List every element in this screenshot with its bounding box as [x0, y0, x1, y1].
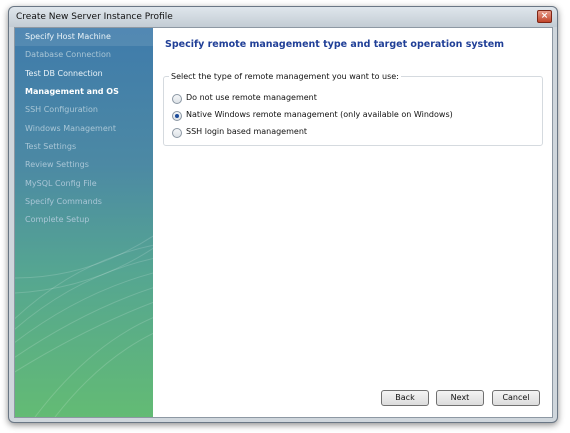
- sidebar-step-mysql-config-file: MySQL Config File: [25, 179, 97, 188]
- sidebar-step-complete-setup: Complete Setup: [25, 215, 90, 224]
- radio-button-selected[interactable]: [172, 111, 182, 121]
- cancel-button[interactable]: Cancel: [492, 390, 540, 406]
- sidebar-step-specify-host-machine: Specify Host Machine: [15, 28, 153, 46]
- sidebar-step-ssh-configuration: SSH Configuration: [25, 105, 98, 114]
- next-button[interactable]: Next: [436, 390, 484, 406]
- management-type-group: Select the type of remote management you…: [163, 72, 543, 146]
- option-label[interactable]: SSH login based management: [186, 127, 307, 136]
- sidebar-step-specify-commands: Specify Commands: [25, 197, 102, 206]
- main-panel: Specify remote management type and targe…: [153, 28, 552, 417]
- sidebar-step-test-settings: Test Settings: [25, 142, 77, 151]
- wizard-body: Specify Host Machine Database Connection…: [14, 27, 553, 418]
- radio-button[interactable]: [172, 94, 182, 104]
- sidebar-step-database-connection: Database Connection: [25, 50, 111, 59]
- option-label[interactable]: Do not use remote management: [186, 93, 317, 102]
- wizard-window: Create New Server Instance Profile × Spe…: [8, 6, 558, 423]
- close-icon: ×: [540, 11, 549, 21]
- radio-button[interactable]: [172, 128, 182, 138]
- page-title: Specify remote management type and targe…: [165, 39, 505, 50]
- close-button[interactable]: ×: [537, 10, 552, 23]
- sidebar-step-windows-management: Windows Management: [25, 124, 116, 133]
- steps-sidebar: Specify Host Machine Database Connection…: [15, 28, 153, 417]
- sidebar-step-review-settings: Review Settings: [25, 160, 89, 169]
- group-label: Select the type of remote management you…: [169, 72, 401, 81]
- back-button[interactable]: Back: [381, 390, 429, 406]
- window-title: Create New Server Instance Profile: [16, 12, 173, 22]
- sidebar-step-management-and-os: Management and OS: [25, 87, 119, 96]
- sidebar-step-test-db-connection: Test DB Connection: [25, 69, 103, 78]
- option-label[interactable]: Native Windows remote management (only a…: [186, 110, 453, 119]
- title-bar[interactable]: Create New Server Instance Profile ×: [9, 7, 557, 27]
